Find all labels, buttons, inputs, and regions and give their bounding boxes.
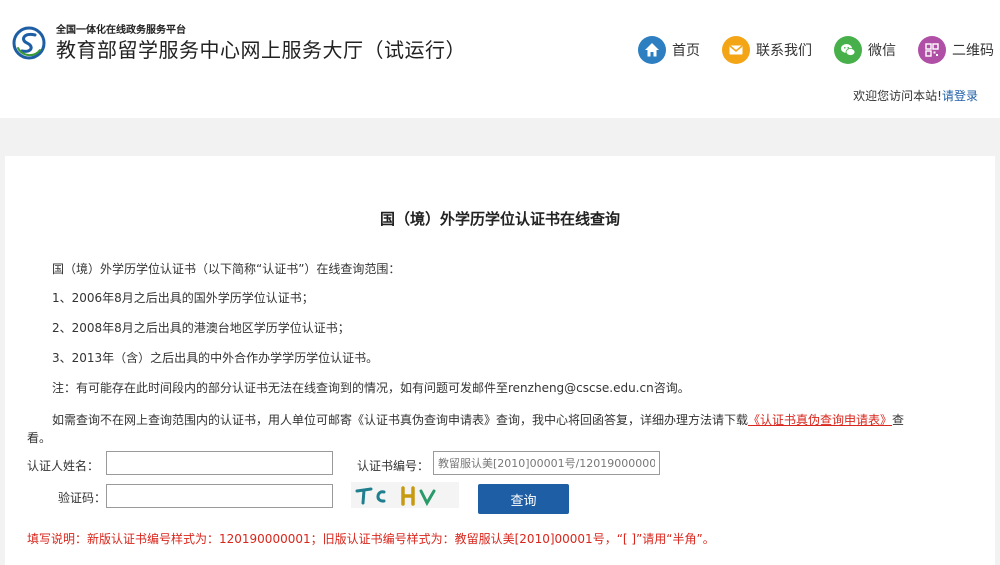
mail-query-continuation: 看。: [27, 431, 52, 445]
scope-item-3: 3、2013年（含）之后出具的中外合作办学学历学位认证书。: [52, 351, 379, 365]
captcha-image[interactable]: [351, 482, 459, 508]
wechat-icon: [834, 36, 862, 64]
cert-number-input[interactable]: [433, 451, 660, 475]
header: 全国一体化在线政务服务平台 教育部留学服务中心网上服务大厅（试运行） 首页 联系…: [0, 0, 1000, 118]
scope-item-1: 1、2006年8月之后出具的国外学历学位认证书；: [52, 291, 314, 305]
captcha-label: 验证码：: [58, 491, 107, 505]
name-label: 认证人姓名：: [27, 459, 100, 473]
note-text: 注：有可能存在此时间段内的部分认证书无法在线查询到的情况，如有问题可发邮件至re…: [52, 381, 690, 395]
welcome-bar: 欢迎您访问本站!请登录: [853, 87, 978, 104]
nav-wechat[interactable]: 微信: [834, 36, 896, 64]
name-input[interactable]: [106, 451, 333, 475]
title-block: 全国一体化在线政务服务平台 教育部留学服务中心网上服务大厅（试运行）: [56, 25, 466, 62]
cert-number-label: 认证书编号：: [357, 459, 430, 473]
query-button[interactable]: 查询: [478, 484, 569, 514]
mail-query-text: 如需查询不在网上查询范围内的认证书，用人单位可邮寄《认证书真伪查询申请表》查询，…: [52, 411, 972, 428]
login-link[interactable]: 请登录: [942, 89, 978, 103]
nav-wechat-label: 微信: [868, 43, 896, 59]
nav-home[interactable]: 首页: [638, 36, 700, 64]
logo-area[interactable]: 全国一体化在线政务服务平台 教育部留学服务中心网上服务大厅（试运行）: [12, 26, 466, 60]
mail-icon: [722, 36, 750, 64]
welcome-text: 欢迎您访问本站!: [853, 89, 942, 103]
gov-service-logo-icon: [12, 26, 46, 60]
main-content: 国（境）外学历学位认证书在线查询 国（境）外学历学位认证书（以下简称“认证书”）…: [5, 156, 995, 565]
platform-subtitle: 全国一体化在线政务服务平台: [56, 25, 186, 36]
intro-text: 国（境）外学历学位认证书（以下简称“认证书”）在线查询范围：: [52, 262, 401, 276]
site-title: 教育部留学服务中心网上服务大厅（试运行）: [56, 38, 466, 62]
captcha-input[interactable]: [106, 484, 333, 508]
home-icon: [638, 36, 666, 64]
nav-contact-label: 联系我们: [756, 43, 812, 59]
top-nav: 首页 联系我们 微信 二维码: [616, 36, 994, 64]
nav-qr-code-label: 二维码: [952, 43, 994, 59]
nav-home-label: 首页: [672, 43, 700, 59]
page-title: 国（境）外学历学位认证书在线查询: [379, 210, 620, 228]
nav-contact[interactable]: 联系我们: [722, 36, 812, 64]
qr-code-icon: [918, 36, 946, 64]
scope-item-2: 2、2008年8月之后出具的港澳台地区学历学位认证书；: [52, 321, 350, 335]
application-form-download-link[interactable]: 《认证书真伪查询申请表》: [748, 413, 892, 427]
fill-instructions: 填写说明：新版认证书编号样式为：120190000001；旧版认证书编号样式为：…: [27, 532, 715, 546]
nav-qr-code[interactable]: 二维码: [918, 36, 994, 64]
mail-query-main: 如需查询不在网上查询范围内的认证书，用人单位可邮寄《认证书真伪查询申请表》查询，…: [52, 413, 749, 427]
mail-query-suffix: 查: [892, 413, 905, 427]
